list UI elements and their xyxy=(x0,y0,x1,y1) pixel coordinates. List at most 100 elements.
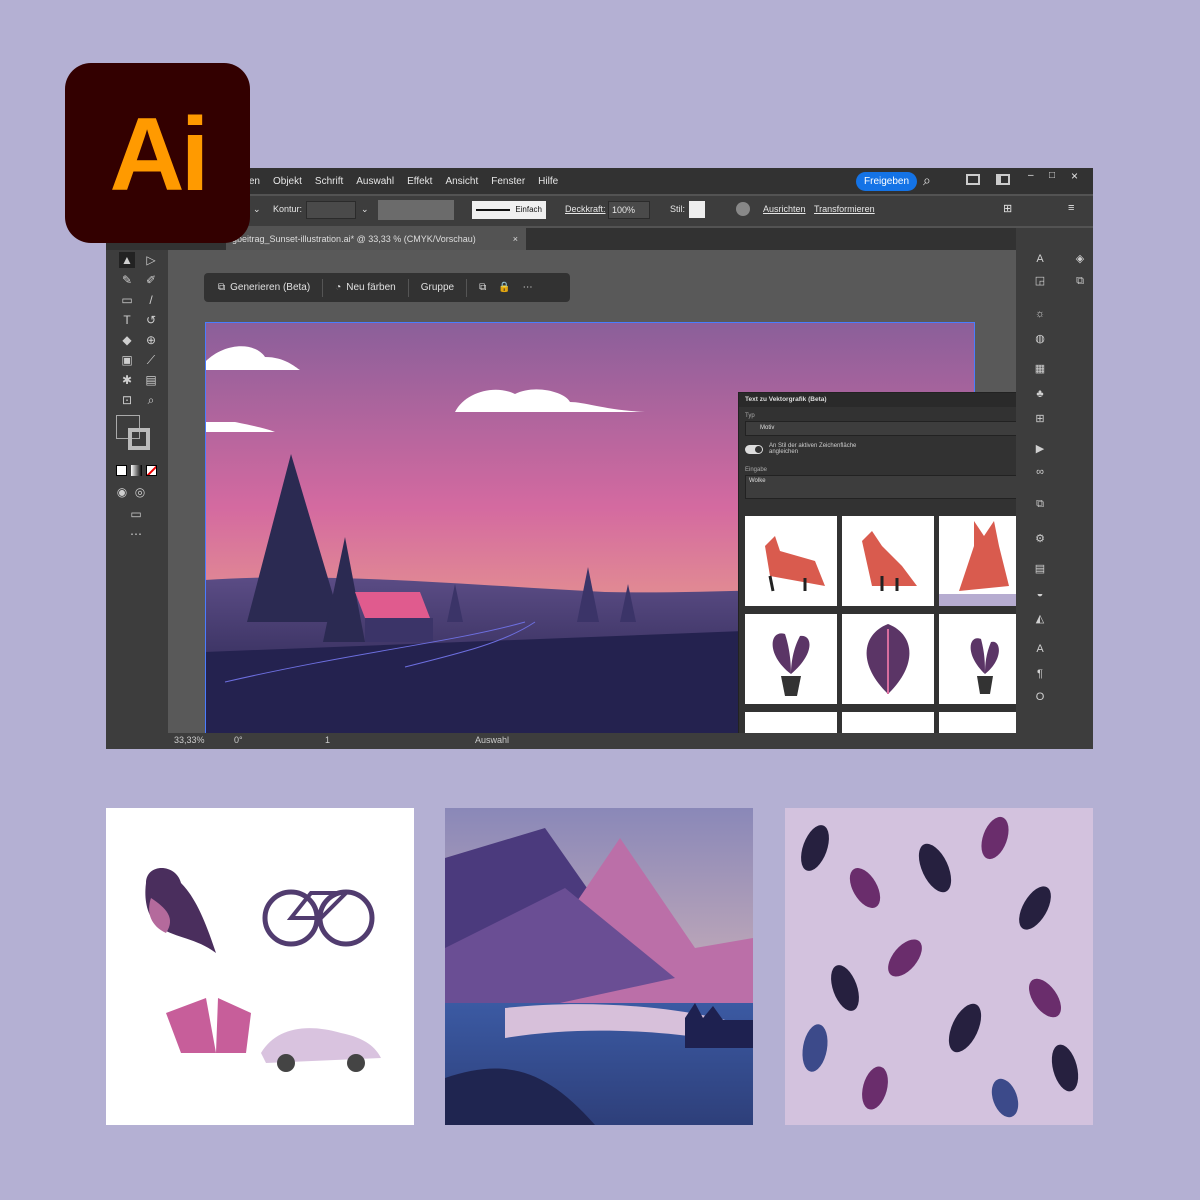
result-thumbnail[interactable] xyxy=(745,712,837,733)
sample-card-leaves xyxy=(785,808,1093,1125)
arrange-icon[interactable]: ⧉ xyxy=(479,282,486,293)
generate-button[interactable]: ⧉ Generieren (Beta) xyxy=(218,282,310,293)
menu-objekt[interactable]: Objekt xyxy=(273,176,302,187)
direct-selection-icon[interactable]: ▷ xyxy=(143,252,159,268)
curvature-icon[interactable]: ✐ xyxy=(143,272,159,288)
eyedropper-icon[interactable]: ⟋ xyxy=(143,352,159,368)
recolor-button[interactable]: ◔ Neu färben xyxy=(335,282,396,293)
close-tab-icon[interactable]: × xyxy=(513,228,518,250)
export-icon[interactable]: ⧉ xyxy=(1073,275,1087,287)
none-color-icon[interactable] xyxy=(146,465,157,476)
character-icon[interactable]: A xyxy=(1033,643,1047,655)
transparency-icon[interactable]: ◭ xyxy=(1033,613,1047,625)
globe-icon[interactable] xyxy=(736,202,750,216)
menu-ansicht[interactable]: Ansicht xyxy=(445,176,478,187)
shape-builder-icon[interactable]: ⊕ xyxy=(143,332,159,348)
graph-icon[interactable]: ▤ xyxy=(143,372,159,388)
style-swatch[interactable] xyxy=(689,201,705,218)
actions-icon[interactable]: ▶ xyxy=(1033,443,1047,455)
artboards-icon[interactable]: ⧉ xyxy=(1033,498,1047,510)
pen-icon[interactable]: ✎ xyxy=(119,272,135,288)
document-tab[interactable]: gbeitrag_Sunset-illustration.ai* @ 33,33… xyxy=(226,228,526,250)
artboard-icon[interactable]: ⊡ xyxy=(119,392,135,408)
color-icon[interactable]: ◍ xyxy=(1033,333,1047,345)
lock-icon[interactable]: 🔒 xyxy=(498,282,510,293)
maximize-icon[interactable]: □ xyxy=(1049,170,1055,181)
results-grid xyxy=(745,516,1016,733)
more-options-icon[interactable]: ⋯ xyxy=(523,282,533,293)
swatches-icon[interactable]: ▦ xyxy=(1033,363,1047,375)
search-icon[interactable]: ⌕ xyxy=(923,172,931,189)
chevron-down-icon[interactable]: ⌄ xyxy=(361,204,369,215)
result-thumbnail[interactable] xyxy=(745,516,837,606)
asset-export-icon[interactable]: ⚙ xyxy=(1033,533,1047,545)
properties-icon[interactable]: A xyxy=(1033,253,1047,265)
draw-inside-icon[interactable]: ◎ xyxy=(132,484,148,500)
match-style-toggle[interactable] xyxy=(745,445,763,454)
eraser-icon[interactable]: ◆ xyxy=(119,332,135,348)
group-button[interactable]: Gruppe xyxy=(421,282,454,293)
menu-hilfe[interactable]: Hilfe xyxy=(538,176,558,187)
rotation-field[interactable]: 0° xyxy=(234,735,243,745)
sample-card-mountains xyxy=(445,808,753,1125)
variable-width-field[interactable] xyxy=(378,200,454,220)
result-thumbnail[interactable] xyxy=(842,614,934,704)
draw-mode-icon[interactable]: ◉ xyxy=(114,484,130,500)
more-tools-icon[interactable]: ⋯ xyxy=(128,526,144,542)
paragraph-icon[interactable]: ¶ xyxy=(1033,668,1047,680)
share-button[interactable]: Freigeben xyxy=(856,172,918,191)
status-mode[interactable]: Auswahl xyxy=(475,735,509,745)
selection-tool-icon[interactable]: ▲ xyxy=(119,252,135,268)
stroke-swatch[interactable] xyxy=(128,428,150,450)
zoom-field[interactable]: 33,33% xyxy=(174,735,205,745)
type-label: Typ xyxy=(745,413,755,419)
zoom-icon[interactable]: ⌕ xyxy=(143,392,159,408)
fill-color-icon[interactable] xyxy=(116,465,127,476)
menu-schrift[interactable]: Schrift xyxy=(315,176,343,187)
gradient-color-icon[interactable] xyxy=(131,465,142,476)
stroke-weight-field[interactable] xyxy=(306,201,356,219)
gradient-icon[interactable]: ▣ xyxy=(119,352,135,368)
result-thumbnail[interactable] xyxy=(939,516,1016,606)
result-thumbnail[interactable] xyxy=(745,614,837,704)
transform-link[interactable]: Transformieren xyxy=(814,204,875,214)
sun-icon[interactable]: ☼ xyxy=(1033,308,1047,320)
align-link[interactable]: Ausrichten xyxy=(763,204,806,214)
type-icon[interactable]: T xyxy=(119,312,135,328)
menu-auswahl[interactable]: Auswahl xyxy=(356,176,394,187)
minimize-icon[interactable]: – xyxy=(1028,170,1034,181)
result-thumbnail[interactable] xyxy=(842,516,934,606)
appearance-icon[interactable]: ◒ xyxy=(1033,588,1047,600)
opacity-input[interactable]: 100% xyxy=(608,201,650,219)
menu-effekt[interactable]: Effekt xyxy=(407,176,432,187)
opentype-icon[interactable]: O xyxy=(1033,691,1047,703)
result-thumbnail[interactable] xyxy=(939,712,1016,733)
result-thumbnail[interactable] xyxy=(842,712,934,733)
brushes-icon[interactable]: ♣ xyxy=(1033,388,1047,400)
dropdown-icon[interactable]: ⌄ xyxy=(253,204,261,215)
image-trace-icon[interactable]: ▤ xyxy=(1033,563,1047,575)
symbols-icon[interactable]: ⊞ xyxy=(1033,413,1047,425)
panel-icon[interactable] xyxy=(996,174,1010,185)
layers-icon[interactable]: ◈ xyxy=(1073,253,1087,265)
brush-icon[interactable]: / xyxy=(143,292,159,308)
artboard-nav-field[interactable]: 1 xyxy=(325,735,330,745)
close-icon[interactable]: × xyxy=(1071,169,1078,183)
stroke-profile-field[interactable]: Einfach xyxy=(472,201,546,219)
type-select[interactable]: Motiv⌄ xyxy=(745,421,1016,436)
rotate-icon[interactable]: ↺ xyxy=(143,312,159,328)
arrange-icon[interactable] xyxy=(966,174,980,185)
libraries-icon[interactable]: ◲ xyxy=(1033,275,1047,287)
canvas[interactable]: ⧉ Generieren (Beta) ◔ Neu färben Gruppe ⧉ … xyxy=(168,250,1016,733)
align-icon[interactable]: ⊞ xyxy=(1003,202,1012,215)
result-thumbnail[interactable] xyxy=(939,614,1016,704)
menu-fenster[interactable]: Fenster xyxy=(491,176,525,187)
text-to-vector-panel: Text zu Vektorgrafik (Beta) ≡ Typ Motiv⌄… xyxy=(738,392,1016,733)
rectangle-icon[interactable]: ▭ xyxy=(119,292,135,308)
prompt-input[interactable]: Wolke× xyxy=(745,475,1016,499)
links-icon[interactable]: ∞ xyxy=(1033,466,1047,478)
menu-icon[interactable]: ≡ xyxy=(1068,202,1074,214)
screen-mode-icon[interactable]: ▭ xyxy=(128,506,144,522)
opacity-label[interactable]: Deckkraft: xyxy=(565,204,606,214)
symbol-sprayer-icon[interactable]: ✱ xyxy=(119,372,135,388)
